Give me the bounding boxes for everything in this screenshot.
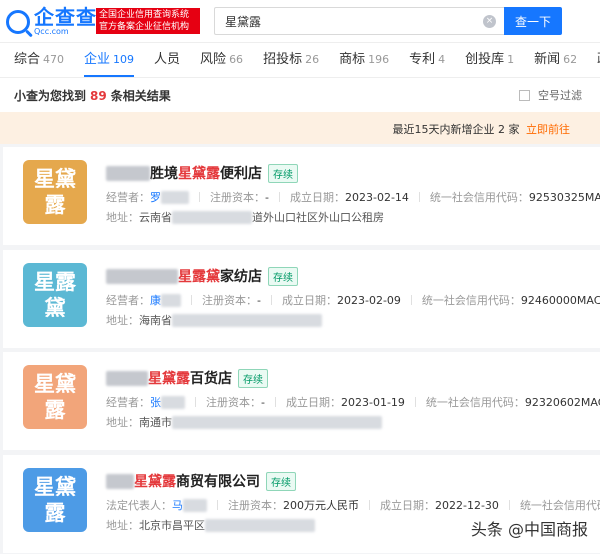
filter-checkbox[interactable] [519,89,530,101]
new-company-notice: 最近15天内新增企业 2 家 立即前往 [0,112,600,144]
result-summary: 小查为您找到 89 条相关结果 空号过滤 [0,78,600,112]
tab-count: 109 [113,53,135,66]
person-link[interactable]: 张 [150,394,161,410]
company-avatar: 星黛 露 [23,160,87,224]
tab-count: 196 [368,53,390,66]
masked-text [106,165,150,181]
status-badge: 存续 [268,266,298,286]
company-meta: 经营者： 康 注册资本： - 成立日期： 2023-02-09 统一社会信用代码… [106,292,600,308]
tab-item[interactable]: 商标 196 [325,43,395,77]
company-card[interactable]: 星露 黛 星露黛 家纺店 存续 经营者： 康 注册资本： - 成立日期： 202… [3,250,600,348]
tab-item[interactable]: 政策 [583,43,600,77]
company-name[interactable]: 胜境 星黛露 便利店 存续 [106,163,298,183]
status-badge: 存续 [266,471,296,491]
search-input[interactable] [225,8,475,34]
clear-icon[interactable]: × [483,15,496,28]
masked-text [106,370,148,386]
company-address: 地址： 北京市昌平区 [106,517,315,533]
tab-count: 62 [563,53,578,66]
company-card[interactable]: 星黛 露 星黛露 百货店 存续 经营者： 张 注册资本： - 成立日期： 202… [3,352,600,450]
official-badge: 全国企业信用查询系统 官方备案企业征信机构 [96,8,200,34]
masked-text [183,498,207,512]
tab-item[interactable]: 专利 4 [395,43,451,77]
result-count: 89 [90,89,107,103]
company-meta: 法定代表人： 马 注册资本： 200万元人民币 成立日期： 2022-12-30… [106,497,600,513]
tab-item[interactable]: 人员 [140,43,186,77]
logo-en-text: Qcc.com [34,27,69,36]
tab-count: 66 [229,53,244,66]
empty-number-filter[interactable]: 空号过滤 [519,87,582,103]
tab-count: 1 [507,53,515,66]
tab-item[interactable]: 招投标 26 [249,43,325,77]
masked-text [161,190,189,204]
masked-text [172,415,382,429]
tab-count: 4 [438,53,446,66]
tab-item[interactable]: 综合 470 [0,43,70,77]
person-link[interactable]: 罗 [150,189,161,205]
tab-count: 470 [43,53,65,66]
go-now-link[interactable]: 立即前往 [526,123,570,136]
masked-text [161,395,185,409]
company-address: 地址： 海南省 [106,312,322,328]
search-box: × [214,7,504,35]
company-name[interactable]: 星黛露 百货店 存续 [106,368,268,388]
masked-text [106,268,178,284]
company-address: 地址： 云南省 道外山口社区外山口公租房 [106,210,384,224]
tab-item[interactable]: 新闻 62 [520,43,583,77]
category-tabs: 综合470企业109人员风险66招投标26商标196专利4创投库1新闻62政策 [0,42,600,78]
masked-text [106,473,134,489]
tab-item[interactable]: 风险 66 [186,43,249,77]
company-avatar: 星露 黛 [23,263,87,327]
logo-cn-text: 企查查 [34,5,97,29]
status-badge: 存续 [238,368,268,388]
status-badge: 存续 [268,163,298,183]
masked-text [172,210,252,224]
company-address: 地址： 南通市 [106,414,382,430]
masked-text [205,518,315,532]
company-card[interactable]: 星黛 露 胜境 星黛露 便利店 存续 经营者： 罗 注册资本： - 成立日期： … [3,147,600,245]
company-meta: 经营者： 张 注册资本： - 成立日期： 2023-01-19 统一社会信用代码… [106,394,600,410]
top-header: 企查查 Qcc.com 全国企业信用查询系统 官方备案企业征信机构 × 查一下 [0,0,600,42]
tab-count: 26 [305,53,320,66]
company-name[interactable]: 星黛露 商贸有限公司 存续 [106,471,296,491]
tab-item[interactable]: 创投库 1 [451,43,520,77]
company-avatar: 星黛 露 [23,365,87,429]
person-link[interactable]: 康 [150,292,161,308]
search-button[interactable]: 查一下 [504,7,562,35]
watermark: 头条 @中国商报 [470,520,588,539]
masked-text [161,293,181,307]
company-avatar: 星黛 露 [23,468,87,532]
person-link[interactable]: 马 [172,497,183,513]
company-name[interactable]: 星露黛 家纺店 存续 [106,266,298,286]
magnifier-logo-icon [6,9,30,34]
qcc-logo[interactable]: 企查查 Qcc.com [6,7,97,36]
masked-text [172,313,322,327]
company-meta: 经营者： 罗 注册资本： - 成立日期： 2023-02-14 统一社会信用代码… [106,189,600,205]
tab-item[interactable]: 企业 109 [70,43,140,77]
